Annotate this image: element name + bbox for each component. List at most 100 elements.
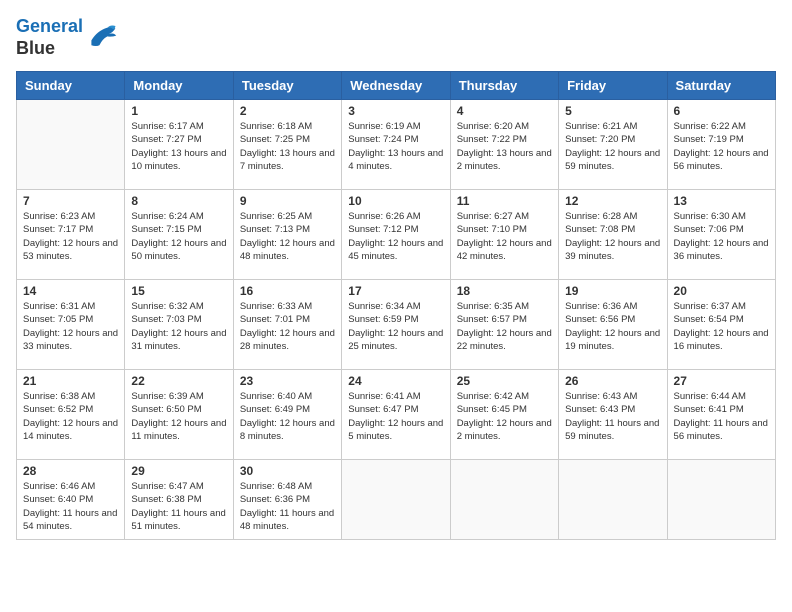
day-info: Sunrise: 6:17 AMSunset: 7:27 PMDaylight:…	[131, 120, 226, 173]
calendar-cell	[667, 460, 775, 540]
weekday-header-row: SundayMondayTuesdayWednesdayThursdayFrid…	[17, 72, 776, 100]
weekday-header-wednesday: Wednesday	[342, 72, 450, 100]
calendar-cell: 8 Sunrise: 6:24 AMSunset: 7:15 PMDaylight…	[125, 190, 233, 280]
week-row-5: 28 Sunrise: 6:46 AMSunset: 6:40 PMDayligh…	[17, 460, 776, 540]
day-number: 1	[131, 104, 226, 118]
day-info: Sunrise: 6:46 AMSunset: 6:40 PMDaylight:…	[23, 480, 118, 533]
day-number: 8	[131, 194, 226, 208]
day-info: Sunrise: 6:37 AMSunset: 6:54 PMDaylight:…	[674, 300, 769, 353]
day-info: Sunrise: 6:34 AMSunset: 6:59 PMDaylight:…	[348, 300, 443, 353]
calendar-cell: 21Sunrise: 6:38 AMSunset: 6:52 PMDayligh…	[17, 370, 125, 460]
calendar-cell: 30 Sunrise: 6:48 AMSunset: 6:36 PMDayligh…	[233, 460, 341, 540]
calendar-cell: 20 Sunrise: 6:37 AMSunset: 6:54 PMDayligh…	[667, 280, 775, 370]
day-info: Sunrise: 6:18 AMSunset: 7:25 PMDaylight:…	[240, 120, 335, 173]
week-row-3: 14 Sunrise: 6:31 AMSunset: 7:05 PMDayligh…	[17, 280, 776, 370]
calendar-cell: 11 Sunrise: 6:27 AMSunset: 7:10 PMDayligh…	[450, 190, 558, 280]
calendar-cell: 6 Sunrise: 6:22 AMSunset: 7:19 PMDaylight…	[667, 100, 775, 190]
calendar-cell: 19 Sunrise: 6:36 AMSunset: 6:56 PMDayligh…	[559, 280, 667, 370]
calendar-cell: 23 Sunrise: 6:40 AMSunset: 6:49 PMDayligh…	[233, 370, 341, 460]
week-row-4: 21Sunrise: 6:38 AMSunset: 6:52 PMDayligh…	[17, 370, 776, 460]
calendar-cell: 1 Sunrise: 6:17 AMSunset: 7:27 PMDaylight…	[125, 100, 233, 190]
day-number: 2	[240, 104, 335, 118]
day-info: Sunrise: 6:21 AMSunset: 7:20 PMDaylight:…	[565, 120, 660, 173]
day-info: Sunrise: 6:33 AMSunset: 7:01 PMDaylight:…	[240, 300, 335, 353]
calendar-cell: 29Sunrise: 6:47 AMSunset: 6:38 PMDayligh…	[125, 460, 233, 540]
day-number: 5	[565, 104, 660, 118]
day-info: Sunrise: 6:23 AMSunset: 7:17 PMDaylight:…	[23, 210, 118, 263]
logo: GeneralBlue	[16, 16, 117, 59]
day-info: Sunrise: 6:44 AMSunset: 6:41 PMDaylight:…	[674, 390, 769, 443]
weekday-header-sunday: Sunday	[17, 72, 125, 100]
calendar-cell: 12 Sunrise: 6:28 AMSunset: 7:08 PMDayligh…	[559, 190, 667, 280]
day-info: Sunrise: 6:42 AMSunset: 6:45 PMDaylight:…	[457, 390, 552, 443]
day-number: 6	[674, 104, 769, 118]
day-number: 15	[131, 284, 226, 298]
page-header: GeneralBlue	[16, 16, 776, 59]
day-number: 13	[674, 194, 769, 208]
calendar-table: SundayMondayTuesdayWednesdayThursdayFrid…	[16, 71, 776, 540]
calendar-cell: 10 Sunrise: 6:26 AMSunset: 7:12 PMDayligh…	[342, 190, 450, 280]
logo-bird-icon	[85, 24, 117, 52]
day-number: 10	[348, 194, 443, 208]
calendar-cell: 14 Sunrise: 6:31 AMSunset: 7:05 PMDayligh…	[17, 280, 125, 370]
day-number: 20	[674, 284, 769, 298]
day-info: Sunrise: 6:36 AMSunset: 6:56 PMDaylight:…	[565, 300, 660, 353]
day-info: Sunrise: 6:31 AMSunset: 7:05 PMDaylight:…	[23, 300, 118, 353]
day-number: 3	[348, 104, 443, 118]
calendar-cell: 16Sunrise: 6:33 AMSunset: 7:01 PMDayligh…	[233, 280, 341, 370]
calendar-cell	[559, 460, 667, 540]
weekday-header-thursday: Thursday	[450, 72, 558, 100]
day-info: Sunrise: 6:19 AMSunset: 7:24 PMDaylight:…	[348, 120, 443, 173]
day-number: 19	[565, 284, 660, 298]
day-number: 12	[565, 194, 660, 208]
calendar-cell: 2 Sunrise: 6:18 AMSunset: 7:25 PMDaylight…	[233, 100, 341, 190]
day-info: Sunrise: 6:35 AMSunset: 6:57 PMDaylight:…	[457, 300, 552, 353]
day-number: 30	[240, 464, 335, 478]
day-number: 21	[23, 374, 118, 388]
day-info: Sunrise: 6:20 AMSunset: 7:22 PMDaylight:…	[457, 120, 552, 173]
week-row-1: 1 Sunrise: 6:17 AMSunset: 7:27 PMDaylight…	[17, 100, 776, 190]
day-info: Sunrise: 6:26 AMSunset: 7:12 PMDaylight:…	[348, 210, 443, 263]
day-info: Sunrise: 6:32 AMSunset: 7:03 PMDaylight:…	[131, 300, 226, 353]
calendar-cell: 28 Sunrise: 6:46 AMSunset: 6:40 PMDayligh…	[17, 460, 125, 540]
day-number: 26	[565, 374, 660, 388]
calendar-cell: 7Sunrise: 6:23 AMSunset: 7:17 PMDaylight…	[17, 190, 125, 280]
calendar-cell: 24Sunrise: 6:41 AMSunset: 6:47 PMDayligh…	[342, 370, 450, 460]
day-info: Sunrise: 6:28 AMSunset: 7:08 PMDaylight:…	[565, 210, 660, 263]
calendar-cell: 3 Sunrise: 6:19 AMSunset: 7:24 PMDaylight…	[342, 100, 450, 190]
day-number: 4	[457, 104, 552, 118]
logo-text: GeneralBlue	[16, 16, 83, 59]
calendar-cell: 26Sunrise: 6:43 AMSunset: 6:43 PMDayligh…	[559, 370, 667, 460]
day-number: 18	[457, 284, 552, 298]
calendar-cell: 13 Sunrise: 6:30 AMSunset: 7:06 PMDayligh…	[667, 190, 775, 280]
calendar-cell: 15 Sunrise: 6:32 AMSunset: 7:03 PMDayligh…	[125, 280, 233, 370]
calendar-cell: 4 Sunrise: 6:20 AMSunset: 7:22 PMDaylight…	[450, 100, 558, 190]
day-info: Sunrise: 6:40 AMSunset: 6:49 PMDaylight:…	[240, 390, 335, 443]
day-number: 9	[240, 194, 335, 208]
day-number: 24	[348, 374, 443, 388]
calendar-cell	[342, 460, 450, 540]
calendar-cell: 17Sunrise: 6:34 AMSunset: 6:59 PMDayligh…	[342, 280, 450, 370]
day-number: 14	[23, 284, 118, 298]
week-row-2: 7Sunrise: 6:23 AMSunset: 7:17 PMDaylight…	[17, 190, 776, 280]
day-number: 28	[23, 464, 118, 478]
day-number: 23	[240, 374, 335, 388]
weekday-header-friday: Friday	[559, 72, 667, 100]
calendar-cell: 5 Sunrise: 6:21 AMSunset: 7:20 PMDaylight…	[559, 100, 667, 190]
calendar-cell: 18 Sunrise: 6:35 AMSunset: 6:57 PMDayligh…	[450, 280, 558, 370]
calendar-cell: 27Sunrise: 6:44 AMSunset: 6:41 PMDayligh…	[667, 370, 775, 460]
day-info: Sunrise: 6:24 AMSunset: 7:15 PMDaylight:…	[131, 210, 226, 263]
calendar-cell	[450, 460, 558, 540]
day-number: 25	[457, 374, 552, 388]
day-info: Sunrise: 6:48 AMSunset: 6:36 PMDaylight:…	[240, 480, 335, 533]
weekday-header-tuesday: Tuesday	[233, 72, 341, 100]
day-info: Sunrise: 6:22 AMSunset: 7:19 PMDaylight:…	[674, 120, 769, 173]
day-number: 29	[131, 464, 226, 478]
day-number: 11	[457, 194, 552, 208]
calendar-cell: 9Sunrise: 6:25 AMSunset: 7:13 PMDaylight…	[233, 190, 341, 280]
weekday-header-saturday: Saturday	[667, 72, 775, 100]
calendar-cell	[17, 100, 125, 190]
day-info: Sunrise: 6:27 AMSunset: 7:10 PMDaylight:…	[457, 210, 552, 263]
day-info: Sunrise: 6:39 AMSunset: 6:50 PMDaylight:…	[131, 390, 226, 443]
day-info: Sunrise: 6:30 AMSunset: 7:06 PMDaylight:…	[674, 210, 769, 263]
